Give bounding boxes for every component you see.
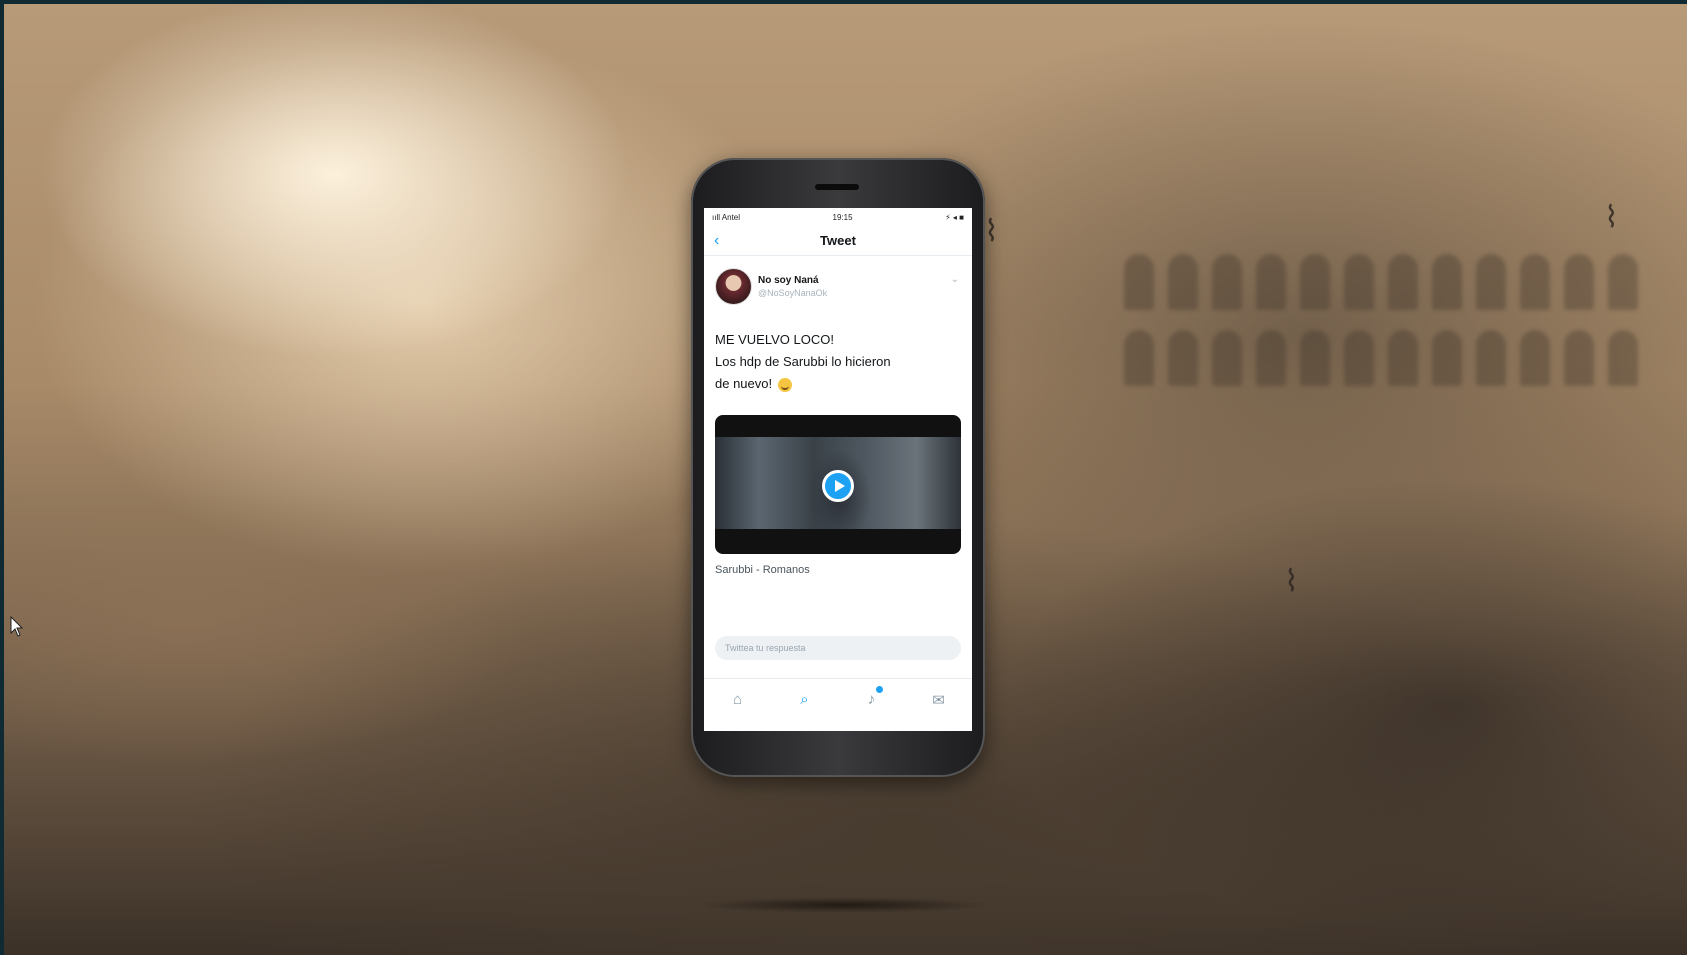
tweet-text-line: de nuevo! [715, 376, 773, 391]
bird-icon: ⌇ [1604, 201, 1619, 234]
chevron-down-icon[interactable]: ⌄ [951, 274, 959, 285]
phone-screen: ııll Antel 19:15 ⚡ ◂ ■ ‹ Tweet No soy Na… [704, 208, 972, 731]
mail-icon[interactable]: ✉ [927, 691, 951, 709]
clock-label: 19:15 [832, 212, 853, 222]
bell-icon[interactable]: ♪ [860, 685, 884, 708]
carrier-label: ııll Antel [712, 212, 741, 222]
tweet-text: ME VUELVO LOCO! Los hdp de Sarubbi lo hi… [715, 329, 961, 395]
chevron-left-icon[interactable]: ‹ [714, 233, 719, 249]
page-title: Tweet [820, 233, 856, 248]
tweet-nav-bar: ‹ Tweet [704, 226, 972, 256]
tweet-text-line: ME VUELVO LOCO! [715, 332, 834, 347]
bird-icon: ⌇ [1284, 565, 1299, 598]
author-handle: @NoSoyNanaOk [758, 288, 828, 298]
reply-input[interactable]: Twittea tu respuesta [715, 636, 961, 660]
home-indicator-area [704, 720, 972, 731]
tweet-text-line: Los hdp de Sarubbi lo hicieron [715, 354, 891, 369]
status-bar: ııll Antel 19:15 ⚡ ◂ ■ [704, 208, 972, 226]
tweet: No soy Naná @NoSoyNanaOk ⌄ ME VUELVO LOC… [704, 256, 972, 576]
grinning-face-icon [778, 377, 793, 392]
search-icon[interactable]: ⌕ [793, 691, 817, 708]
play-icon[interactable] [822, 470, 854, 502]
phone-speaker [815, 184, 859, 190]
bird-icon: ⌇ [984, 215, 999, 248]
tweet-author[interactable]: No soy Naná @NoSoyNanaOk ⌄ [715, 268, 961, 305]
colosseum-silhouette [1124, 254, 1644, 434]
notification-badge [874, 685, 884, 694]
author-name: No soy Naná [758, 275, 819, 286]
mouse-pointer-icon [10, 616, 24, 637]
video-frame: ⌇ ⌇ ⌇ ııll Antel 19:15 ⚡ ◂ ■ ‹ Tweet No … [4, 4, 1687, 955]
tab-bar: ⌂ ⌕ ♪ ✉ [704, 678, 972, 720]
home-icon[interactable]: ⌂ [726, 691, 750, 708]
status-indicators: ⚡ ◂ ■ [945, 212, 964, 222]
phone-mockup: ııll Antel 19:15 ⚡ ◂ ■ ‹ Tweet No soy Na… [691, 158, 985, 777]
avatar[interactable] [715, 268, 752, 305]
phone-shadow [694, 897, 994, 913]
video-caption: Sarubbi - Romanos [715, 564, 810, 576]
tweet-video[interactable] [715, 415, 961, 554]
